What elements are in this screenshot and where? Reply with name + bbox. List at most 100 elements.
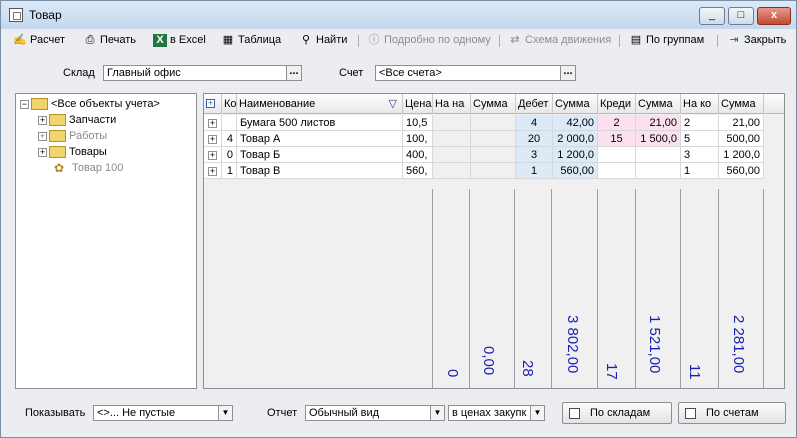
by-warehouses-toggle[interactable]: По складам bbox=[562, 402, 672, 424]
maximize-button[interactable]: □ bbox=[728, 7, 754, 25]
column-divider bbox=[763, 189, 764, 389]
table-row[interactable]: +1 Товар В 560, 1 560,00 1 560,00 bbox=[204, 163, 764, 179]
report-select[interactable]: Обычный вид ▼ bbox=[305, 405, 445, 421]
col-credit-sum[interactable]: Сумма bbox=[636, 94, 681, 114]
printer-icon: ⎙ bbox=[85, 33, 95, 46]
account-field[interactable]: <Все счета> ... bbox=[375, 65, 576, 81]
table-row[interactable]: +0 Товар Б 400, 3 1 200,0 3 1 200,0 bbox=[204, 147, 764, 163]
toolbar-separator bbox=[619, 35, 620, 47]
excel-icon: X bbox=[153, 33, 167, 47]
by-accounts-toggle[interactable]: По счетам bbox=[678, 402, 786, 424]
tree-item-parts[interactable]: + Запчасти bbox=[38, 112, 116, 128]
title-bar: Товар _ □ x bbox=[1, 1, 796, 29]
total-debit-sum: 3 802,00 bbox=[564, 315, 581, 374]
col-credit-qty[interactable]: Креди bbox=[598, 94, 636, 114]
row-expand[interactable]: + bbox=[204, 131, 222, 147]
expand-icon[interactable]: + bbox=[208, 134, 217, 144]
cell-debit-sum: 2 000,0 bbox=[553, 131, 598, 147]
tree-item-label: Работы bbox=[69, 130, 108, 142]
tree-item-good-100[interactable]: ✿ Товар 100 bbox=[54, 160, 123, 176]
calc-button[interactable]: ✍ Расчет bbox=[13, 32, 65, 48]
collapse-icon[interactable]: − bbox=[20, 99, 29, 109]
cell-end-qty: 2 bbox=[681, 115, 719, 131]
tree-item-works[interactable]: + Работы bbox=[38, 128, 107, 144]
row-expand[interactable]: + bbox=[204, 115, 222, 131]
col-end-qty[interactable]: На ко bbox=[681, 94, 719, 114]
row-expand[interactable]: + bbox=[204, 147, 222, 163]
cell-code bbox=[222, 115, 237, 131]
show-select[interactable]: <>... Не пустые ▼ bbox=[93, 405, 233, 421]
expand-icon[interactable]: + bbox=[208, 150, 217, 160]
tree-item-label: Товары bbox=[69, 146, 107, 158]
cell-name: Товар А bbox=[237, 131, 403, 147]
minimize-button[interactable]: _ bbox=[699, 7, 725, 25]
excel-label: в Excel bbox=[170, 34, 206, 46]
excel-button[interactable]: Xв Excel bbox=[153, 32, 206, 48]
row-expand[interactable]: + bbox=[204, 163, 222, 179]
tree-root-label: <Все объекты учета> bbox=[51, 98, 160, 110]
cell-name: Бумага 500 листов bbox=[237, 115, 403, 131]
col-start-qty[interactable]: На на bbox=[433, 94, 471, 114]
report-value: Обычный вид bbox=[309, 407, 380, 419]
column-divider bbox=[514, 189, 515, 389]
col-name-label: Наименование bbox=[239, 98, 316, 110]
by-warehouses-label: По складам bbox=[590, 407, 651, 419]
column-divider bbox=[469, 189, 470, 389]
checkbox-icon[interactable] bbox=[569, 407, 580, 419]
col-end-sum[interactable]: Сумма bbox=[719, 94, 764, 114]
search-icon: ⚲ bbox=[301, 33, 311, 46]
tree-item-goods[interactable]: + Товары bbox=[38, 144, 107, 160]
warehouse-ellipsis-button[interactable]: ... bbox=[286, 66, 301, 80]
detail-button[interactable]: ⓘ Подробно по одному bbox=[367, 32, 491, 48]
cell-end-sum: 560,00 bbox=[719, 163, 764, 179]
filter-icon[interactable]: ▽ bbox=[389, 94, 397, 114]
main-window: Товар _ □ x ✍ Расчет ⎙ Печать Xв Excel ▦ Та… bbox=[0, 0, 797, 438]
tree-root[interactable]: − <Все объекты учета> bbox=[20, 96, 160, 112]
cell-start-sum bbox=[471, 115, 516, 131]
close-window-button[interactable]: x bbox=[757, 7, 791, 25]
cell-end-sum: 21,00 bbox=[719, 115, 764, 131]
cell-credit-sum: 21,00 bbox=[636, 115, 681, 131]
expand-icon[interactable]: + bbox=[208, 166, 217, 176]
col-debit-sum[interactable]: Сумма bbox=[553, 94, 598, 114]
account-ellipsis-button[interactable]: ... bbox=[560, 66, 575, 80]
expand-icon[interactable]: + bbox=[208, 118, 217, 128]
window-title: Товар bbox=[29, 8, 62, 22]
expand-icon[interactable]: + bbox=[38, 147, 47, 157]
groups-label: По группам bbox=[646, 34, 705, 46]
table-row[interactable]: +4 Товар А 100, 20 2 000,0 15 1 500,0 5 500,00 bbox=[204, 131, 764, 147]
cell-debit-qty: 4 bbox=[516, 115, 553, 131]
chevron-down-icon[interactable]: ▼ bbox=[218, 406, 232, 420]
object-tree[interactable]: − <Все объекты учета> + Запчасти + Работ… bbox=[15, 93, 197, 389]
account-label: Счет bbox=[339, 67, 364, 79]
expand-icon[interactable]: + bbox=[38, 131, 47, 141]
table-button[interactable]: ▦ Таблица bbox=[221, 32, 281, 48]
col-code[interactable]: Ко bbox=[222, 94, 237, 114]
total-credit-qty: 17 bbox=[603, 363, 620, 380]
find-button[interactable]: ⚲ Найти bbox=[299, 32, 347, 48]
col-name[interactable]: Наименование ▽ bbox=[237, 94, 403, 114]
warehouse-field[interactable]: Главный офис ... bbox=[103, 65, 302, 81]
print-button[interactable]: ⎙ Печать bbox=[83, 32, 136, 48]
price-select[interactable]: в ценах закупк ▼ bbox=[448, 405, 545, 421]
total-start-sum: 0,00 bbox=[480, 346, 497, 376]
groups-button[interactable]: ▤ По группам bbox=[629, 32, 704, 48]
cell-end-qty: 1 bbox=[681, 163, 719, 179]
add-column-button[interactable]: + bbox=[204, 94, 222, 114]
col-start-sum[interactable]: Сумма bbox=[471, 94, 516, 114]
checkbox-icon[interactable] bbox=[685, 407, 696, 419]
by-accounts-label: По счетам bbox=[706, 407, 759, 419]
col-debit-qty[interactable]: Дебет bbox=[516, 94, 553, 114]
expand-icon[interactable]: + bbox=[38, 115, 47, 125]
data-grid[interactable]: + Ко Наименование ▽ Цена На на Сумма Дебе… bbox=[203, 93, 785, 389]
chevron-down-icon[interactable]: ▼ bbox=[430, 406, 444, 420]
scheme-button[interactable]: ⇄ Схема движения bbox=[508, 32, 611, 48]
chevron-down-icon[interactable]: ▼ bbox=[530, 406, 544, 420]
col-price[interactable]: Цена bbox=[403, 94, 433, 114]
table-icon: ▦ bbox=[222, 33, 234, 46]
table-row[interactable]: + Бумага 500 листов 10,5 4 42,00 2 21,00 2 21,00 bbox=[204, 115, 764, 131]
cell-credit-sum: 1 500,0 bbox=[636, 131, 681, 147]
calc-label: Расчет bbox=[30, 34, 65, 46]
cell-debit-sum: 1 200,0 bbox=[553, 147, 598, 163]
close-button[interactable]: ⇥ Закрыть bbox=[727, 32, 786, 48]
